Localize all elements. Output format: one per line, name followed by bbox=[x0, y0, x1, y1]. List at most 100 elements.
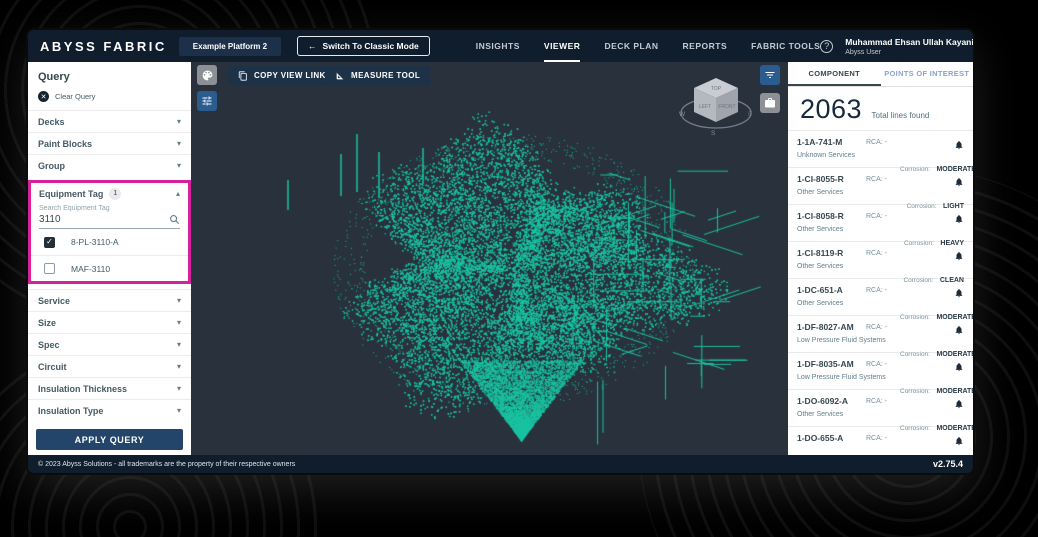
measure-tool-button[interactable]: MEASURE TOOL bbox=[325, 66, 430, 85]
filter-section-row[interactable]: Service ▾ bbox=[28, 289, 191, 311]
component-rca: RCA: - bbox=[866, 213, 900, 241]
filter-section-row[interactable]: Group ▾ bbox=[28, 154, 191, 176]
corrosion-label: Corrosion: bbox=[900, 351, 930, 358]
bell-icon bbox=[954, 325, 964, 335]
nav-item[interactable]: VIEWER bbox=[544, 30, 581, 62]
chevron-down-icon: ▾ bbox=[177, 139, 181, 148]
query-title: Query bbox=[28, 62, 191, 86]
corrosion-value: CLEAN bbox=[940, 277, 964, 284]
top-bar: ABYSS FABRIC Example Platform 2 ← Switch… bbox=[28, 30, 973, 62]
copyright-text: © 2023 Abyss Solutions - all trademarks … bbox=[38, 461, 295, 468]
search-label: Search Equipment Tag bbox=[31, 204, 188, 212]
apply-query-button[interactable]: APPLY QUERY bbox=[36, 429, 183, 450]
top-right-group: ? Muhammad Ehsan Ullah Kayani Abyss User… bbox=[820, 35, 973, 57]
svg-text:W: W bbox=[679, 111, 686, 118]
tune-button[interactable] bbox=[197, 91, 217, 111]
svg-text:LEFT: LEFT bbox=[699, 104, 711, 110]
chevron-down-icon: ▾ bbox=[177, 340, 181, 349]
chevron-down-icon: ▾ bbox=[177, 318, 181, 327]
component-id: 1-CI-8058-R bbox=[797, 211, 866, 221]
bell-icon bbox=[954, 436, 964, 446]
switch-classic-mode-button[interactable]: ← Switch To Classic Mode bbox=[297, 36, 430, 56]
nav-item[interactable]: FABRIC TOOLS bbox=[751, 30, 820, 62]
panel-tabs: COMPONENT POINTS OF INTEREST bbox=[788, 62, 973, 87]
corrosion-value: HEAVY bbox=[940, 240, 964, 247]
user-block: Muhammad Ehsan Ullah Kayani Abyss User bbox=[845, 37, 973, 56]
nav-item[interactable]: DECK PLAN bbox=[604, 30, 658, 62]
equipment-options: ✓ 8-PL-3110-A ✓ MAF-3110 bbox=[31, 229, 188, 281]
component-panel: COMPONENT POINTS OF INTEREST 2063 Total … bbox=[788, 62, 973, 455]
filter-sections-top: Decks ▾ Paint Blocks ▾ Group ▾ bbox=[28, 110, 191, 176]
bell-icon bbox=[954, 177, 964, 187]
corrosion-label: Corrosion: bbox=[900, 166, 930, 173]
equipment-count-badge: 1 bbox=[109, 188, 121, 200]
chevron-down-icon: ▾ bbox=[177, 406, 181, 415]
component-service: Other Services bbox=[797, 226, 866, 233]
component-rca: RCA: - bbox=[866, 361, 900, 389]
filter-section-row[interactable]: Insulation Type ▾ bbox=[28, 399, 191, 421]
component-id: 1-DO-655-A bbox=[797, 433, 866, 443]
filter-button[interactable] bbox=[760, 65, 780, 85]
component-id: 1-DF-8027-AM bbox=[797, 322, 866, 332]
corrosion-label: Corrosion: bbox=[904, 240, 934, 247]
copy-icon bbox=[238, 71, 248, 81]
component-id: 1-CI-8055-R bbox=[797, 174, 866, 184]
copy-view-link-button[interactable]: COPY VIEW LINK bbox=[228, 66, 336, 85]
total-count: 2063 bbox=[800, 94, 862, 124]
checkbox[interactable]: ✓ bbox=[44, 263, 55, 274]
query-sidebar: Query ✕ Clear Query Decks ▾ Paint Blocks bbox=[28, 62, 191, 455]
component-service: Other Services bbox=[797, 300, 866, 307]
component-row[interactable]: 1-1A-741-M Unknown Services RCA: - Corro… bbox=[788, 130, 973, 167]
corrosion-label: Corrosion: bbox=[900, 314, 930, 321]
main-nav: INSIGHTS VIEWER DECK PLAN REPORTS FABRIC… bbox=[476, 30, 821, 62]
equipment-search-input[interactable] bbox=[39, 214, 169, 225]
filter-section-row[interactable]: Insulation Thickness ▾ bbox=[28, 377, 191, 399]
chevron-down-icon: ▾ bbox=[177, 296, 181, 305]
bell-icon bbox=[954, 140, 964, 150]
corrosion-value: MODERATE bbox=[936, 314, 973, 321]
filter-section-row[interactable]: Decks ▾ bbox=[28, 110, 191, 132]
total-count-block: 2063 Total lines found bbox=[788, 87, 973, 130]
filter-section-row[interactable]: Paint Blocks ▾ bbox=[28, 132, 191, 154]
component-service: Other Services bbox=[797, 189, 866, 196]
corrosion-value: MODERATE bbox=[936, 351, 973, 358]
chevron-down-icon: ▾ bbox=[177, 362, 181, 371]
tab-points-of-interest[interactable]: POINTS OF INTEREST bbox=[881, 62, 974, 86]
component-service: Low Pressure Fluid Systems bbox=[797, 337, 866, 344]
toolbox-button[interactable] bbox=[760, 93, 780, 113]
equipment-tag-header[interactable]: Equipment Tag 1 ▴ bbox=[31, 183, 188, 204]
platform-selector[interactable]: Example Platform 2 bbox=[179, 37, 281, 56]
tab-component[interactable]: COMPONENT bbox=[788, 62, 881, 86]
search-icon bbox=[169, 214, 180, 225]
screenshot-stage: ABYSS FABRIC Example Platform 2 ← Switch… bbox=[0, 0, 1038, 537]
nav-item[interactable]: INSIGHTS bbox=[476, 30, 520, 62]
corrosion-label: Corrosion: bbox=[907, 203, 937, 210]
filter-section-row[interactable]: Size ▾ bbox=[28, 311, 191, 333]
clear-x-icon: ✕ bbox=[38, 91, 49, 102]
app-logo: ABYSS FABRIC bbox=[40, 39, 167, 54]
svg-text:TOP: TOP bbox=[711, 86, 722, 92]
equipment-option-row[interactable]: ✓ MAF-3110 bbox=[31, 255, 188, 281]
clear-query-button[interactable]: ✕ Clear Query bbox=[28, 86, 191, 110]
component-rca: RCA: - bbox=[866, 287, 900, 315]
svg-text:E: E bbox=[748, 111, 753, 118]
filter-section-row[interactable]: Spec ▾ bbox=[28, 333, 191, 355]
checkbox[interactable]: ✓ bbox=[44, 237, 55, 248]
equipment-option-row[interactable]: ✓ 8-PL-3110-A bbox=[31, 229, 188, 255]
filter-list-icon bbox=[764, 69, 776, 81]
equipment-tag-section: Equipment Tag 1 ▴ Search Equipment Tag ✓ bbox=[28, 180, 191, 284]
ruler-icon bbox=[335, 71, 345, 81]
chevron-down-icon: ▾ bbox=[177, 161, 181, 170]
corrosion-label: Corrosion: bbox=[900, 388, 930, 395]
version-text: v2.75.4 bbox=[933, 459, 963, 469]
filter-section-row[interactable]: Circuit ▾ bbox=[28, 355, 191, 377]
component-rca: RCA: - bbox=[866, 176, 900, 204]
orientation-cube[interactable]: W S E TOP LEFT FRONT bbox=[678, 72, 754, 143]
nav-item[interactable]: REPORTS bbox=[683, 30, 728, 62]
component-service: Other Services bbox=[797, 263, 866, 270]
help-icon[interactable]: ? bbox=[820, 40, 833, 53]
content-area: Query ✕ Clear Query Decks ▾ Paint Blocks bbox=[28, 62, 973, 455]
svg-text:FRONT: FRONT bbox=[718, 104, 735, 110]
palette-button[interactable] bbox=[197, 65, 217, 85]
component-service: Other Services bbox=[797, 411, 866, 418]
